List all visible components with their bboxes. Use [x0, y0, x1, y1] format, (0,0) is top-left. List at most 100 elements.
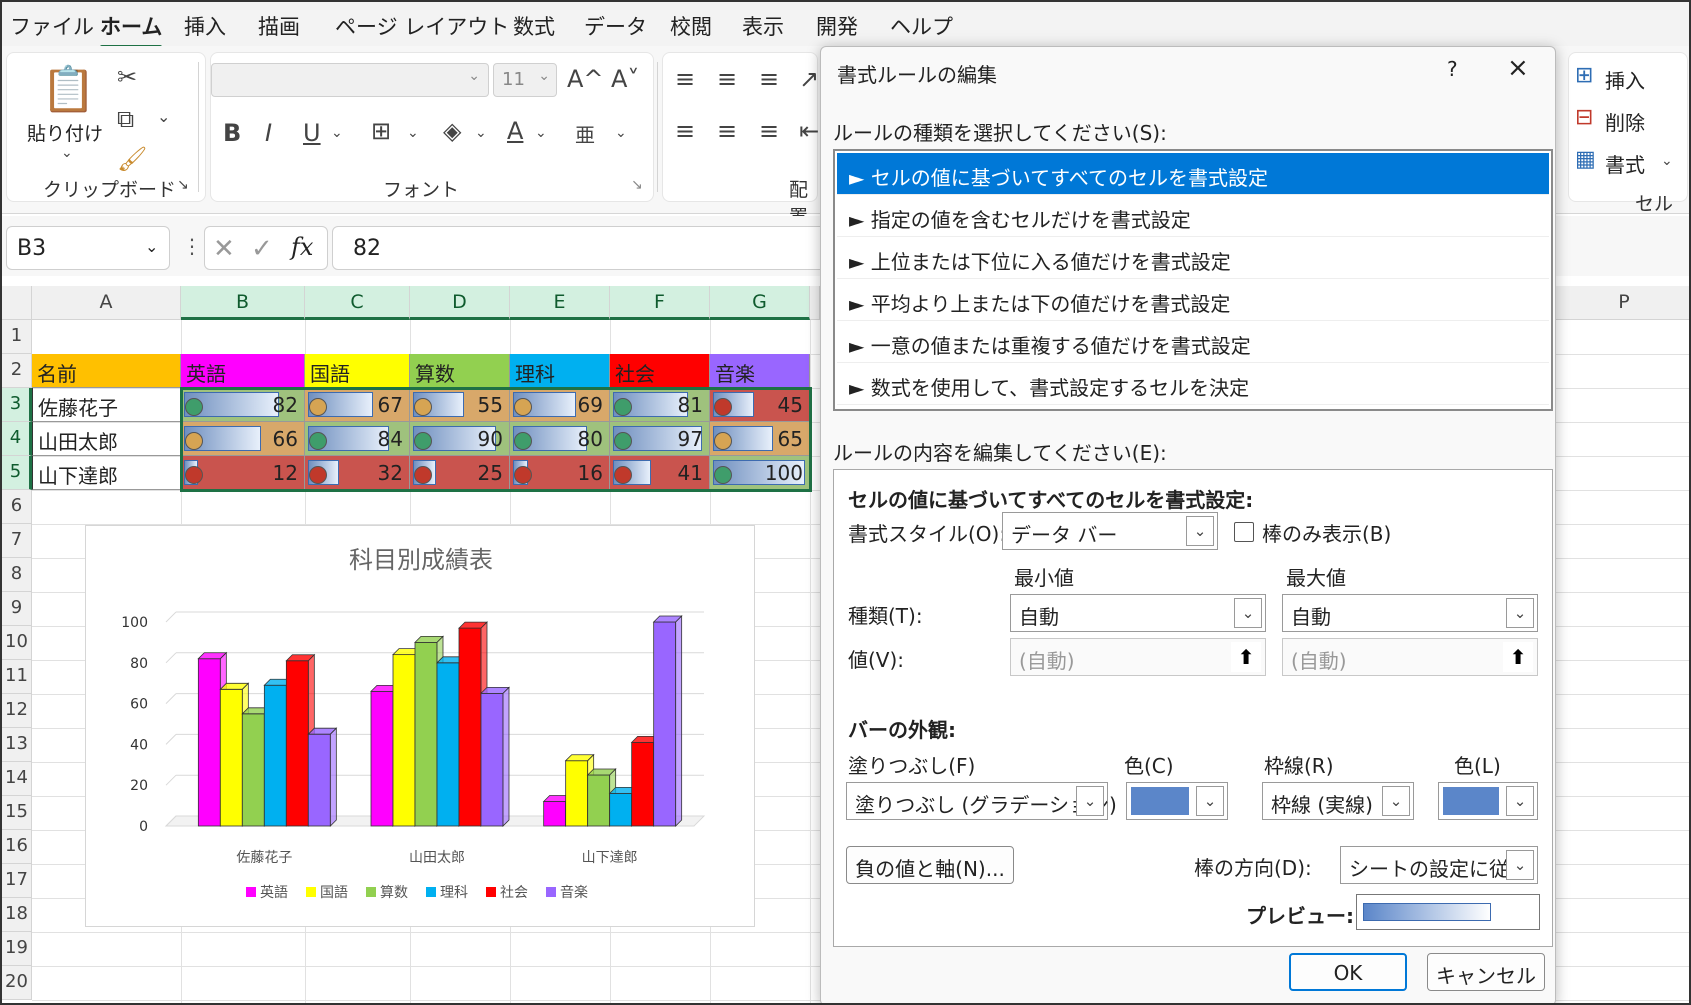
bold-button[interactable]: B: [223, 119, 241, 147]
tab-draw[interactable]: 描画: [258, 11, 300, 41]
score-cell[interactable]: 12: [181, 456, 305, 490]
row-header[interactable]: 12: [2, 694, 32, 728]
borders-icon[interactable]: ⊞: [371, 117, 391, 145]
score-cell[interactable]: 67: [305, 388, 410, 422]
name-cell[interactable]: 山下達郎: [32, 456, 181, 490]
min-value-input[interactable]: (自動) ⬆: [1010, 638, 1266, 676]
row-header[interactable]: 2: [2, 354, 32, 388]
cut-icon[interactable]: ✂: [117, 63, 137, 91]
row-header[interactable]: 6: [2, 490, 32, 524]
align-top-icon[interactable]: ≡: [675, 65, 695, 93]
fill-select[interactable]: 塗りつぶし (グラデーション) ⌄: [846, 782, 1117, 820]
phonetic-icon[interactable]: 亜: [575, 119, 595, 148]
range-select-icon[interactable]: ⬆: [1503, 642, 1533, 672]
tab-data[interactable]: データ: [584, 11, 647, 41]
row-header[interactable]: 20: [2, 966, 32, 1000]
align-left-icon[interactable]: ≡: [675, 117, 695, 145]
row-header[interactable]: 8: [2, 558, 32, 592]
chart-area[interactable]: 科目別成績表 0 20 40 60 80 100 佐藤花子 山田太郎 山下達郎 英語 国語 算数 理科 社会…: [85, 525, 755, 927]
name-cell[interactable]: 佐藤花子: [32, 388, 181, 422]
align-center-icon[interactable]: ≡: [717, 117, 737, 145]
rule-type-list[interactable]: ► セルの値に基づいてすべてのセルを書式設定 ► 指定の値を含むセルだけを書式設…: [833, 149, 1553, 411]
check-icon[interactable]: ✓: [251, 234, 273, 264]
clipboard-launcher-icon[interactable]: ↘: [177, 177, 189, 193]
name-box[interactable]: B3 ⌄: [6, 226, 170, 270]
header-cell-math[interactable]: 算数: [410, 354, 510, 388]
score-cell[interactable]: 65: [710, 422, 810, 456]
score-cell[interactable]: 97: [610, 422, 710, 456]
header-cell-social[interactable]: 社会: [610, 354, 710, 388]
max-type-select[interactable]: 自動 ⌄: [1282, 594, 1538, 632]
delete-cells-icon[interactable]: ⊟: [1575, 105, 1593, 130]
rule-type-item[interactable]: ► セルの値に基づいてすべてのセルを書式設定: [837, 153, 1549, 195]
copy-dropdown-icon[interactable]: ⌄: [157, 107, 170, 126]
range-select-icon[interactable]: ⬆: [1231, 642, 1261, 672]
rule-type-item[interactable]: ► 上位または下位に入る値だけを書式設定: [837, 237, 1549, 279]
score-cell[interactable]: 45: [710, 388, 810, 422]
font-color-dropdown-icon[interactable]: ⌄: [535, 125, 547, 141]
fill-color-select[interactable]: ⌄: [1126, 782, 1228, 820]
score-cell[interactable]: 69: [510, 388, 610, 422]
column-header-e[interactable]: E: [510, 286, 610, 320]
direction-select[interactable]: シートの設定に従う ⌄: [1340, 846, 1538, 884]
row-header[interactable]: 4: [2, 422, 32, 456]
row-header[interactable]: 9: [2, 592, 32, 626]
row-header[interactable]: 3: [2, 388, 32, 422]
tab-page-layout[interactable]: ページ レイアウト: [335, 11, 509, 41]
rule-type-item[interactable]: ► 一意の値または重複する値だけを書式設定: [837, 321, 1549, 363]
font-launcher-icon[interactable]: ↘: [631, 177, 643, 193]
align-middle-icon[interactable]: ≡: [717, 65, 737, 93]
score-cell[interactable]: 41: [610, 456, 710, 490]
align-right-icon[interactable]: ≡: [759, 117, 779, 145]
indent-icon[interactable]: ⇤: [799, 117, 819, 145]
font-shrink-icon[interactable]: A˅: [611, 65, 639, 93]
border-color-select[interactable]: ⌄: [1438, 782, 1538, 820]
column-header-p[interactable]: P: [1556, 286, 1689, 320]
name-cell[interactable]: 山田太郎: [32, 422, 181, 456]
orientation-icon[interactable]: ↗: [799, 65, 819, 93]
row-header[interactable]: 14: [2, 762, 32, 796]
header-cell-music[interactable]: 音楽: [710, 354, 810, 388]
column-header-b[interactable]: B: [181, 286, 305, 320]
bar-only-checkbox[interactable]: [1234, 522, 1254, 542]
score-cell[interactable]: 16: [510, 456, 610, 490]
rule-type-item[interactable]: ► 平均より上または下の値だけを書式設定: [837, 279, 1549, 321]
chevron-down-icon[interactable]: ⌄: [145, 237, 158, 256]
column-header-f[interactable]: F: [610, 286, 710, 320]
tab-insert[interactable]: 挿入: [184, 11, 226, 41]
row-header[interactable]: 7: [2, 524, 32, 558]
column-header-d[interactable]: D: [410, 286, 510, 320]
underline-dropdown-icon[interactable]: ⌄: [331, 125, 343, 141]
copy-icon[interactable]: ⧉: [117, 105, 134, 133]
select-all-corner[interactable]: [2, 286, 32, 320]
format-dropdown-icon[interactable]: ⌄: [1661, 153, 1673, 169]
negative-value-axis-button[interactable]: 負の値と軸(N)...: [846, 846, 1014, 884]
tab-formulas[interactable]: 数式: [513, 11, 555, 41]
score-cell[interactable]: 84: [305, 422, 410, 456]
font-name-select[interactable]: ⌄: [211, 63, 489, 97]
formula-input[interactable]: 82: [332, 226, 832, 270]
header-cell-science[interactable]: 理科: [510, 354, 610, 388]
column-header-h[interactable]: [810, 286, 820, 320]
score-cell[interactable]: 82: [181, 388, 305, 422]
row-header[interactable]: 19: [2, 932, 32, 966]
score-cell[interactable]: 32: [305, 456, 410, 490]
more-icon[interactable]: ⋮: [182, 234, 202, 258]
help-icon[interactable]: ?: [1447, 57, 1458, 81]
row-header[interactable]: 11: [2, 660, 32, 694]
font-color-icon[interactable]: A: [507, 117, 523, 145]
font-grow-icon[interactable]: A^: [567, 65, 604, 93]
tab-developer[interactable]: 開発: [816, 11, 858, 41]
column-header-a[interactable]: A: [32, 286, 181, 320]
min-type-select[interactable]: 自動 ⌄: [1010, 594, 1266, 632]
underline-button[interactable]: U: [303, 119, 321, 147]
rule-type-item[interactable]: ► 数式を使用して、書式設定するセルを決定: [837, 363, 1549, 405]
fill-color-icon[interactable]: ◈: [443, 117, 461, 145]
score-cell[interactable]: 66: [181, 422, 305, 456]
ok-button[interactable]: OK: [1289, 953, 1407, 991]
score-cell[interactable]: 80: [510, 422, 610, 456]
cancel-icon[interactable]: ✕: [213, 234, 235, 264]
font-size-select[interactable]: 11 ⌄: [493, 63, 557, 97]
insert-cells-button[interactable]: 挿入: [1605, 65, 1645, 94]
paste-icon[interactable]: 📋: [41, 63, 96, 115]
